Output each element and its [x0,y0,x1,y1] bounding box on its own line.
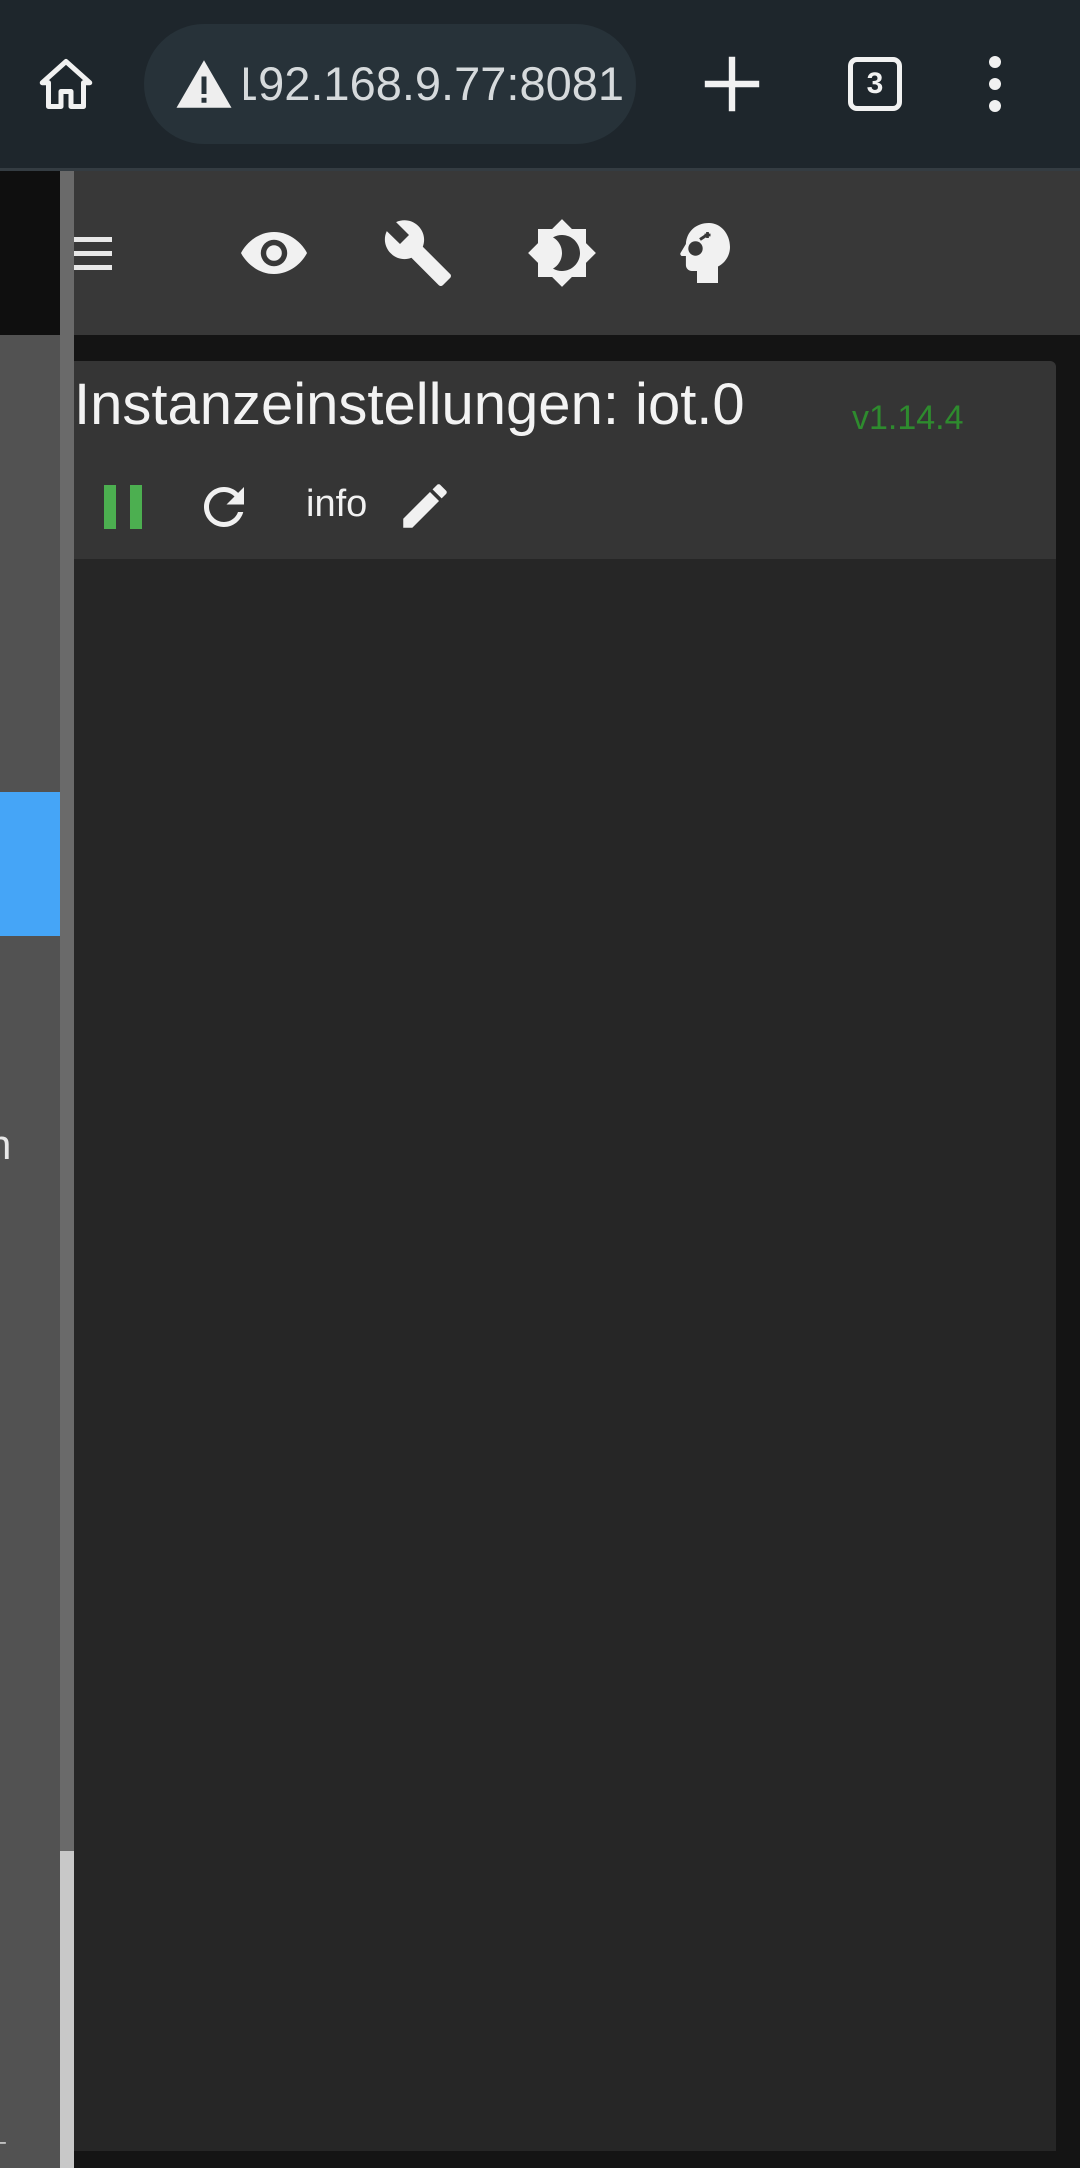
wrench-icon[interactable] [382,217,454,289]
new-tab-button[interactable] [700,52,764,116]
instance-settings-card: Instanzeinstellungen: iot.0 v1.14.4 info [74,361,1056,2151]
drawer-header [0,171,60,335]
url-text[interactable]: 192.168.9.77:8081 [244,24,624,144]
side-drawer [0,171,60,2168]
tab-count: 3 [866,67,884,100]
page-title: Instanzeinstellungen: iot.0 [74,372,745,437]
url-field[interactable]: 192.168.9.77:8081 [144,24,636,144]
expert-mode-icon[interactable] [670,217,742,289]
home-icon [39,59,93,109]
pause-icon[interactable] [100,481,146,533]
drawer-scrollbar-thumb[interactable] [60,171,74,1851]
pencil-icon[interactable] [396,477,454,535]
home-button[interactable] [32,50,100,118]
tab-switcher-button[interactable]: 3 [848,57,902,111]
card-header: Instanzeinstellungen: iot.0 v1.14.4 info [74,361,1056,559]
browser-menu-button[interactable] [970,52,1020,116]
drawer-scrollbar-lower [60,1851,74,2168]
app-toolbar [74,171,1080,335]
browser-address-bar: 192.168.9.77:8081 3 [0,0,1080,171]
drawer-item-label[interactable]: n [0,1121,11,1169]
drawer-item-label-bottom[interactable]: ⁻ [0,2131,8,2166]
reload-icon[interactable] [194,477,254,537]
warning-triangle-icon[interactable] [174,54,234,114]
version-label: v1.14.4 [852,399,964,437]
card-body [74,559,1056,2151]
theme-icon[interactable] [526,217,598,289]
info-label[interactable]: info [306,483,367,526]
eye-icon[interactable] [238,217,310,289]
more-vertical-icon [989,56,1001,112]
menu-icon[interactable] [74,217,146,289]
app-area: n ⁻ Instanzeinst [0,171,1080,2168]
drawer-selected-item[interactable] [0,792,60,936]
plus-icon [704,56,760,112]
